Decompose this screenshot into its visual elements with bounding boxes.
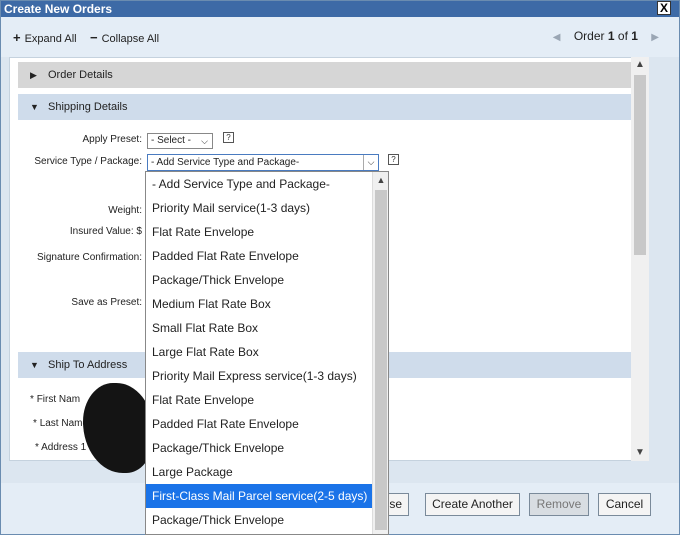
expand-all-button[interactable]: + Expand All	[13, 30, 77, 45]
dropdown-option[interactable]: Priority Mail Express service(1-3 days)	[146, 364, 372, 388]
dropdown-option[interactable]: Padded Flat Rate Envelope	[146, 244, 372, 268]
expanded-triangle-icon: ▼	[30, 360, 39, 370]
service-type-select[interactable]: - Add Service Type and Package- ⌵	[147, 154, 379, 171]
prev-order-icon[interactable]: ◀	[553, 32, 561, 43]
next-order-icon[interactable]: ▶	[651, 32, 659, 43]
section-order-details[interactable]: ▶ Order Details	[18, 62, 638, 88]
apply-preset-label: Apply Preset:	[82, 134, 142, 145]
weight-label: Weight:	[108, 205, 142, 216]
cancel-button[interactable]: Cancel	[598, 493, 651, 516]
expanded-triangle-icon: ▼	[30, 102, 39, 112]
dropdown-option[interactable]: Package/Thick Envelope	[146, 268, 372, 292]
dropdown-options: - Add Service Type and Package- Priority …	[146, 172, 388, 532]
dropdown-option[interactable]: Small Flat Rate Box	[146, 316, 372, 340]
dropdown-option[interactable]: - Add Service Type and Package-	[146, 172, 372, 196]
plus-icon: +	[13, 30, 21, 45]
dropdown-option[interactable]: Package/Thick Envelope	[146, 508, 372, 532]
order-current: 1	[607, 29, 615, 43]
service-type-label: Service Type / Package:	[34, 156, 142, 167]
first-name-text: First Nam	[36, 394, 81, 405]
save-preset-label: Save as Preset:	[71, 297, 142, 308]
toolbar: + Expand All − Collapse All ◀ Order 1 of 1…	[1, 17, 679, 57]
minus-icon: −	[90, 30, 98, 45]
dropdown-scrollbar[interactable]: ▲	[372, 172, 388, 534]
section-title: Ship To Address	[48, 359, 128, 371]
required-marker: *	[33, 418, 37, 429]
required-marker: *	[30, 394, 34, 405]
scroll-down-icon[interactable]: ▼	[631, 445, 649, 461]
order-total: 1	[631, 29, 638, 43]
last-name-label: * Last Name	[33, 418, 88, 429]
dialog-title: Create New Orders	[1, 1, 679, 17]
section-title: Order Details	[48, 69, 113, 81]
dropdown-option[interactable]: Medium Flat Rate Box	[146, 292, 372, 316]
dropdown-option[interactable]: Padded Flat Rate Envelope	[146, 412, 372, 436]
dropdown-option[interactable]: Large Flat Rate Box	[146, 340, 372, 364]
order-of: of	[617, 29, 628, 43]
scroll-thumb[interactable]	[634, 75, 646, 255]
dropdown-option[interactable]: Flat Rate Envelope	[146, 388, 372, 412]
apply-preset-select[interactable]: - Select - ⌵	[147, 133, 213, 149]
collapse-all-button[interactable]: − Collapse All	[90, 30, 159, 45]
dropdown-option[interactable]: Package/Thick Envelope	[146, 436, 372, 460]
required-marker: *	[35, 442, 39, 453]
create-another-button[interactable]: Create Another	[425, 493, 520, 516]
signature-confirmation-label: Signature Confirmation:	[36, 252, 142, 263]
dropdown-option[interactable]: First-Class Mail Parcel service(2-5 days…	[146, 484, 372, 508]
order-navigator: ◀ Order 1 of 1 ▶	[553, 29, 659, 43]
dropdown-option[interactable]: Priority Mail service(1-3 days)	[146, 196, 372, 220]
collapsed-triangle-icon: ▶	[30, 70, 37, 80]
help-icon[interactable]: ?	[388, 154, 399, 165]
scroll-up-icon[interactable]: ▲	[631, 57, 649, 73]
apply-preset-value: - Select -	[151, 135, 192, 146]
dropdown-option[interactable]: Large Package	[146, 460, 372, 484]
chevron-down-icon: ⌵	[201, 136, 208, 146]
close-icon[interactable]: X	[657, 1, 671, 15]
scroll-up-icon[interactable]: ▲	[373, 172, 388, 188]
section-shipping-details[interactable]: ▼ Shipping Details	[18, 94, 638, 120]
last-name-text: Last Name	[39, 418, 89, 429]
section-title: Shipping Details	[48, 101, 128, 113]
order-label: Order	[573, 29, 605, 43]
chevron-down-icon: ⌵	[363, 155, 378, 170]
service-type-dropdown-list[interactable]: - Add Service Type and Package- Priority …	[145, 171, 389, 535]
form-scrollbar[interactable]: ▲ ▼	[631, 57, 649, 461]
help-icon[interactable]: ?	[223, 132, 234, 143]
address1-label: * Address 1	[35, 442, 86, 453]
expand-all-label: Expand All	[24, 33, 77, 45]
collapse-all-label: Collapse All	[101, 33, 160, 45]
scroll-thumb[interactable]	[375, 190, 387, 530]
dropdown-option[interactable]: Flat Rate Envelope	[146, 220, 372, 244]
insured-value-label: Insured Value: $	[69, 226, 142, 237]
service-type-value: - Add Service Type and Package-	[151, 157, 300, 168]
remove-button: Remove	[529, 493, 589, 516]
first-name-label: * First Nam	[30, 394, 80, 405]
address1-text: Address 1	[41, 442, 87, 453]
